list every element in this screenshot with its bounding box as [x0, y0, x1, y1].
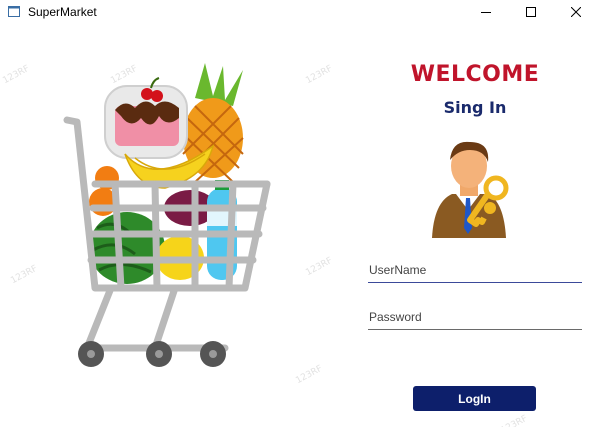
login-button[interactable]: LogIn — [413, 386, 536, 411]
maximize-button[interactable] — [508, 0, 554, 24]
minimize-icon — [481, 12, 491, 13]
watermark: 123RF — [304, 255, 335, 279]
watermark: 123RF — [1, 63, 32, 87]
password-field-underline — [368, 307, 584, 330]
window-title: SuperMarket — [28, 5, 97, 19]
watermark: 123RF — [499, 413, 530, 427]
shopping-cart-fruits-image — [63, 63, 271, 367]
close-button[interactable] — [553, 0, 597, 24]
close-icon — [571, 7, 581, 17]
sign-in-subheading: Sing In — [443, 98, 507, 117]
minimize-button[interactable] — [463, 0, 509, 24]
password-input[interactable] — [368, 307, 584, 327]
title-bar: SuperMarket — [0, 0, 597, 24]
username-input[interactable] — [368, 260, 584, 280]
maximize-icon — [526, 7, 536, 17]
app-window-icon — [8, 6, 20, 17]
user-with-key-icon — [432, 141, 509, 238]
username-field-underline — [368, 260, 584, 283]
watermark: 123RF — [304, 63, 335, 87]
app-window: 123RF 123RF 123RF 123RF 123RF 123RF 123R… — [0, 0, 597, 427]
welcome-heading: WELCOME — [410, 62, 540, 87]
watermark: 123RF — [294, 363, 325, 387]
watermark: 123RF — [9, 263, 40, 287]
